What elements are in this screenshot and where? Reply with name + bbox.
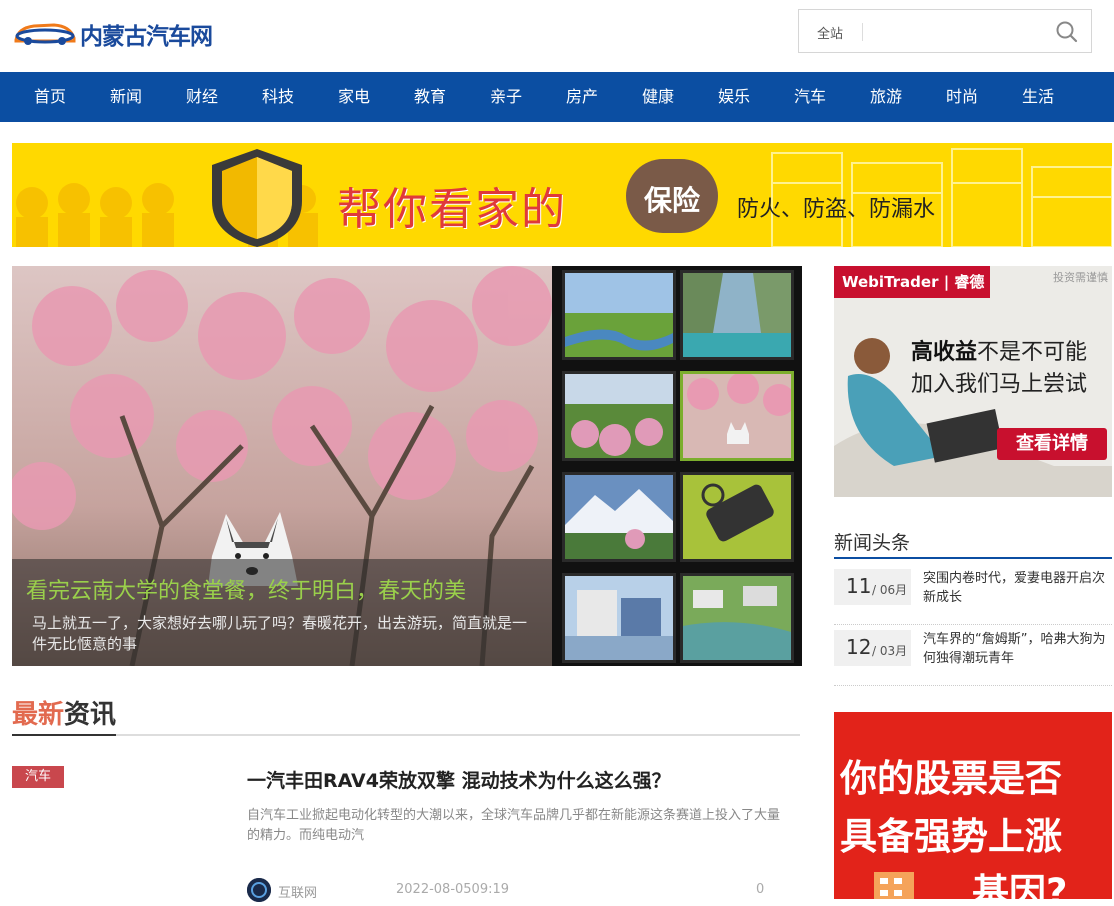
- thumbnail-gorge-lake[interactable]: [680, 270, 794, 360]
- ad-line-1-rest: 不是不可能: [977, 340, 1088, 365]
- banner-title: 帮你看家的: [337, 184, 567, 235]
- search-divider: [862, 23, 863, 41]
- nav-item[interactable]: 房产: [544, 72, 620, 122]
- ad-brand-logo: WebiTrader | 睿德: [834, 266, 990, 298]
- thumbnail-snow-mountain[interactable]: [562, 472, 676, 562]
- headline-item[interactable]: 11 / 06月 突围内卷时代，爱妻电器开启次新成长: [834, 566, 1112, 625]
- nav-item[interactable]: 首页: [12, 72, 88, 122]
- search-icon[interactable]: [1055, 20, 1079, 44]
- thumbnail-peach-blossom-husky[interactable]: [680, 371, 794, 461]
- nav-item[interactable]: 家电: [316, 72, 392, 122]
- banner-bubble: 保险: [626, 159, 718, 233]
- article-description: 自汽车工业掀起电动化转型的大潮以来，全球汽车品牌几乎都在新能源这条赛道上投入了大…: [247, 808, 781, 843]
- nav-item[interactable]: 财经: [164, 72, 240, 122]
- avatar: [247, 878, 271, 902]
- car-logo-icon: [12, 20, 78, 48]
- headlines-heading: 新闻头条: [834, 528, 1112, 559]
- category-tag[interactable]: 汽车: [12, 766, 64, 788]
- article-view-count: 0: [756, 882, 765, 897]
- ad-disclaimer: 投资需谨慎: [1053, 271, 1108, 284]
- ad-line-1-bold: 高收益: [911, 340, 978, 365]
- banner-ad[interactable]: 帮你看家的 保险 防火、防盗、防漏水: [12, 143, 1112, 247]
- nav-item[interactable]: 新闻: [88, 72, 164, 122]
- headline-month: / 06月: [872, 583, 908, 597]
- ad2-line-1: 你的股票是否: [840, 757, 1062, 800]
- latest-heading-text: 资讯: [64, 700, 117, 730]
- nav-item[interactable]: 教育: [392, 72, 468, 122]
- article-source[interactable]: 互联网: [278, 882, 317, 901]
- thumbnail-modern-building[interactable]: [562, 573, 676, 663]
- article-meta: 互联网 2022-08-0509:19 0: [247, 878, 787, 902]
- banner-subtitle: 防火、防盗、防漏水: [737, 197, 936, 222]
- nav-item[interactable]: 健康: [620, 72, 696, 122]
- logo-text: 内蒙古汽车网: [80, 24, 213, 50]
- thumbnail-river-grassland[interactable]: [562, 270, 676, 360]
- article-title[interactable]: 一汽丰田RAV4荣放双擎 混动技术为什么这么强？: [247, 766, 671, 793]
- headline-day: 11: [846, 574, 872, 598]
- thumbnail-blossom-hills[interactable]: [562, 371, 676, 461]
- sidebar-ad-webitrader[interactable]: WebiTrader | 睿德 投资需谨慎 高收益不是不可能 加入我们马上尝试 …: [834, 266, 1112, 497]
- headline-month: / 03月: [872, 644, 908, 658]
- nav-item[interactable]: 娱乐: [696, 72, 772, 122]
- nav-item[interactable]: 生活: [1000, 72, 1076, 122]
- slider-thumbnails: [552, 266, 802, 666]
- slider-caption: 看完云南大学的食堂餐，终于明白，春天的美 马上就五一了，大家想好去哪儿玩了吗？春…: [12, 559, 552, 666]
- sidebar-ad-stocks[interactable]: 你的股票是否 具备强势上涨 基因?: [834, 712, 1112, 899]
- latest-heading-accent: 最新: [12, 700, 65, 730]
- headline-item[interactable]: 12 / 03月 汽车界的“詹姆斯”，哈弗大狗为何独得潮玩青年: [834, 627, 1112, 686]
- header: 内蒙古汽车网 全站: [0, 0, 1114, 72]
- building-icon: [874, 872, 914, 899]
- slider-title[interactable]: 看完云南大学的食堂餐，终于明白，春天的美: [26, 573, 466, 605]
- latest-news-heading: 最新资讯: [12, 694, 800, 736]
- search-scope-select[interactable]: 全站: [817, 23, 843, 42]
- ad-details-button[interactable]: 查看详情: [997, 428, 1107, 460]
- nav-item[interactable]: 汽车: [772, 72, 848, 122]
- slider-description: 马上就五一了，大家想好去哪儿玩了吗？春暖花开，出去游玩，简直就是一件无比惬意的事: [32, 614, 528, 653]
- headline-title[interactable]: 突围内卷时代，爱妻电器开启次新成长: [923, 569, 1112, 607]
- nav-item[interactable]: 旅游: [848, 72, 924, 122]
- thumbnail-village-pond[interactable]: [680, 573, 794, 663]
- featured-slider[interactable]: 看完云南大学的食堂餐，终于明白，春天的美 马上就五一了，大家想好去哪儿玩了吗？春…: [12, 266, 552, 666]
- headline-title[interactable]: 汽车界的“詹姆斯”，哈弗大狗为何独得潮玩青年: [923, 630, 1112, 668]
- ad-line-1: 高收益不是不可能: [911, 334, 1087, 366]
- search-box: 全站: [798, 9, 1092, 53]
- headline-day: 12: [846, 635, 872, 659]
- nav-item[interactable]: 科技: [240, 72, 316, 122]
- thumbnail-phone-device[interactable]: [680, 472, 794, 562]
- site-logo[interactable]: 内蒙古汽车网: [12, 12, 234, 56]
- nav-item[interactable]: 亲子: [468, 72, 544, 122]
- ad2-line-2: 具备强势上涨: [840, 815, 1062, 858]
- article-time: 2022-08-0509:19: [396, 882, 510, 897]
- ad-line-2: 加入我们马上尝试: [911, 372, 1088, 397]
- headline-date: 12 / 03月: [834, 630, 911, 666]
- list-item: 汽车 一汽丰田RAV4荣放双擎 混动技术为什么这么强？ 自汽车工业掀起电动化转型…: [12, 766, 800, 906]
- nav-item[interactable]: 时尚: [924, 72, 1000, 122]
- ad2-line-3: 基因?: [972, 871, 1068, 899]
- search-input[interactable]: [871, 18, 1041, 46]
- banner-bubble-text: 保险: [643, 184, 700, 217]
- headline-date: 11 / 06月: [834, 569, 911, 605]
- main-nav: 首页 新闻 财经 科技 家电 教育 亲子 房产 健康 娱乐 汽车 旅游 时尚 生活: [0, 72, 1114, 122]
